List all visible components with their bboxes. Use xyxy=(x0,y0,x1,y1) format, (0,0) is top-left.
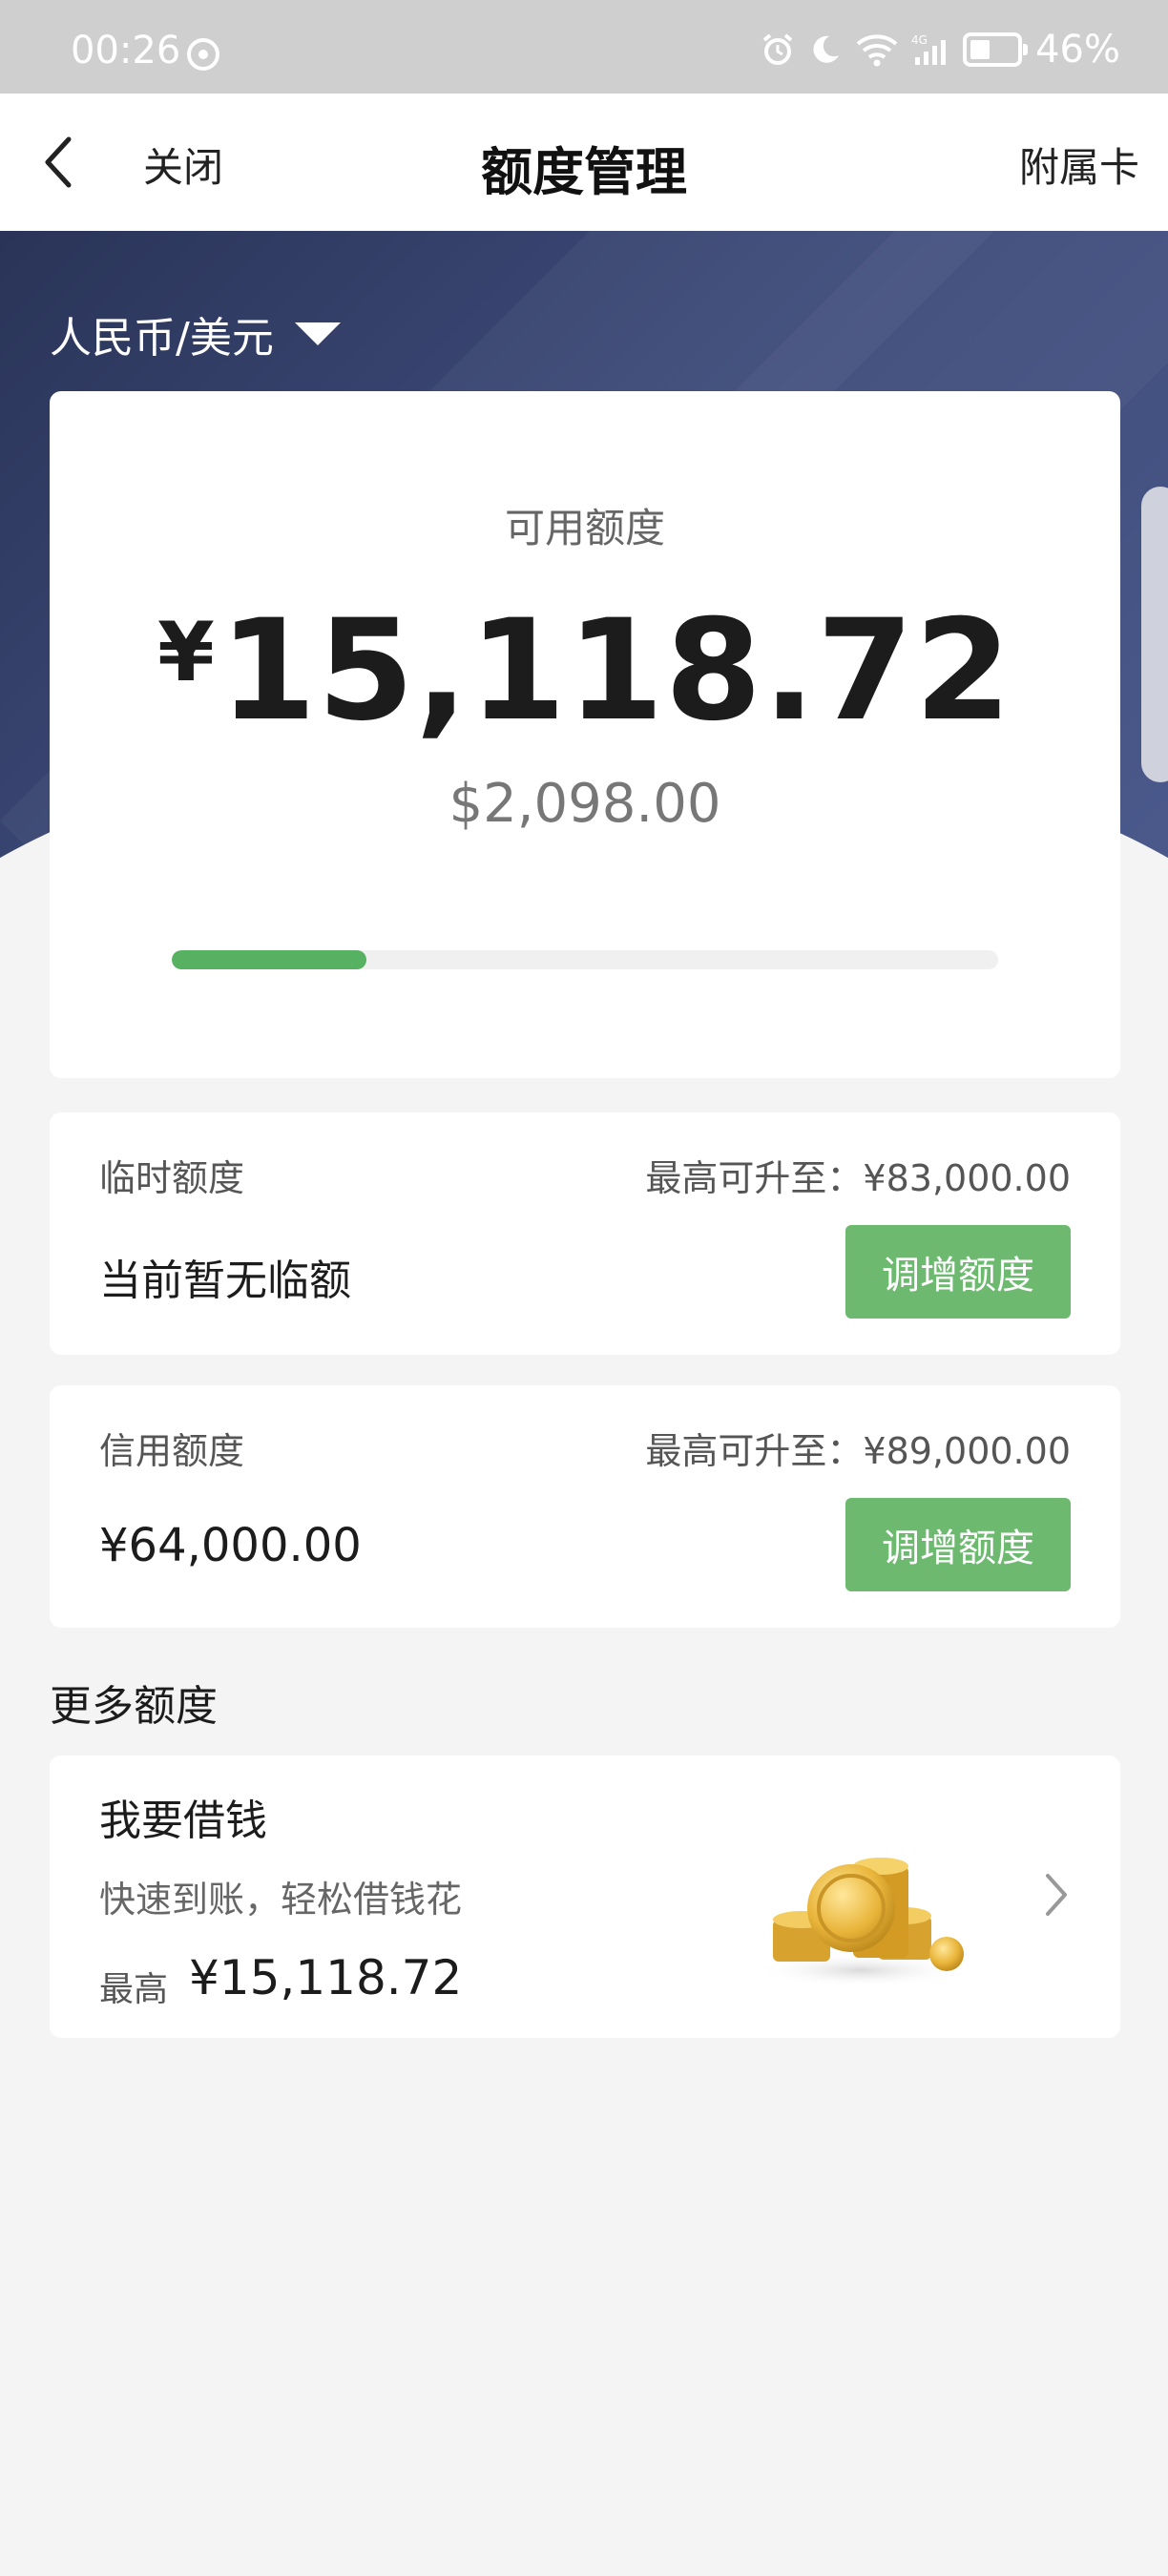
more-limits-heading: 更多额度 xyxy=(50,1682,218,1731)
loan-max-value: ¥15,118.72 xyxy=(189,1950,463,2005)
credit-limit-card: 信用额度 最高可升至：¥89,000.00 ¥64,000.00 调增额度 xyxy=(50,1385,1120,1628)
supplementary-card-button[interactable]: 附属卡 xyxy=(1019,135,1139,194)
nav-bar: 关闭 额度管理 附属卡 xyxy=(0,93,1168,231)
credit-usage-progress xyxy=(172,950,998,969)
progress-fill xyxy=(172,950,367,969)
currency-switch[interactable]: 人民币/美元 xyxy=(50,303,341,364)
credit-limit-max: 最高可升至：¥89,000.00 xyxy=(645,1430,1071,1472)
battery-percent: 46% xyxy=(1035,28,1120,72)
loan-subtitle: 快速到账，轻松借钱花 xyxy=(99,1879,463,1921)
currency-symbol: ¥ xyxy=(157,605,216,700)
next-card-peek[interactable] xyxy=(1141,487,1168,782)
temporary-limit-max: 最高可升至：¥83,000.00 xyxy=(645,1157,1071,1199)
signal-icon: 4G xyxy=(911,32,949,67)
temporary-limit-title: 临时额度 xyxy=(99,1157,245,1199)
page-title: 额度管理 xyxy=(481,142,687,202)
available-cny-amount: ¥15,118.72 xyxy=(50,590,1120,752)
credit-limit-title: 信用额度 xyxy=(99,1430,245,1472)
raise-temporary-limit-button[interactable]: 调增额度 xyxy=(845,1225,1071,1319)
credit-limit-value: ¥64,000.00 xyxy=(99,1519,362,1572)
gold-coins-icon xyxy=(746,1813,975,1994)
temporary-limit-card: 临时额度 最高可升至：¥83,000.00 当前暂无临额 调增额度 xyxy=(50,1112,1120,1355)
available-credit-card: 可用额度 ¥15,118.72 $2,098.00 xyxy=(50,391,1120,1078)
battery-icon xyxy=(963,32,1029,67)
status-icons: 4G 46% xyxy=(761,28,1120,72)
svg-text:4G: 4G xyxy=(911,33,928,47)
status-time: 00:26 xyxy=(71,29,181,73)
loan-card[interactable]: 我要借钱 快速到账，轻松借钱花 最高 ¥15,118.72 xyxy=(50,1755,1120,2038)
currency-label: 人民币/美元 xyxy=(50,314,274,363)
screen-record-icon xyxy=(187,38,219,71)
available-credit-label: 可用额度 xyxy=(504,505,665,551)
loan-max-label: 最高 xyxy=(99,1970,169,2009)
caret-down-icon xyxy=(294,322,341,345)
wifi-icon xyxy=(856,32,898,67)
raise-credit-limit-button[interactable]: 调增额度 xyxy=(845,1498,1071,1591)
loan-title: 我要借钱 xyxy=(99,1797,267,1845)
status-bar: 00:26 4G 46% xyxy=(0,0,1168,93)
cny-value: 15,118.72 xyxy=(219,590,1012,752)
temporary-limit-value: 当前暂无临额 xyxy=(99,1257,351,1305)
alarm-icon xyxy=(761,32,795,67)
available-usd-amount: $2,098.00 xyxy=(448,773,721,835)
moon-icon xyxy=(808,32,843,67)
chevron-right-icon xyxy=(1042,1868,1071,1922)
